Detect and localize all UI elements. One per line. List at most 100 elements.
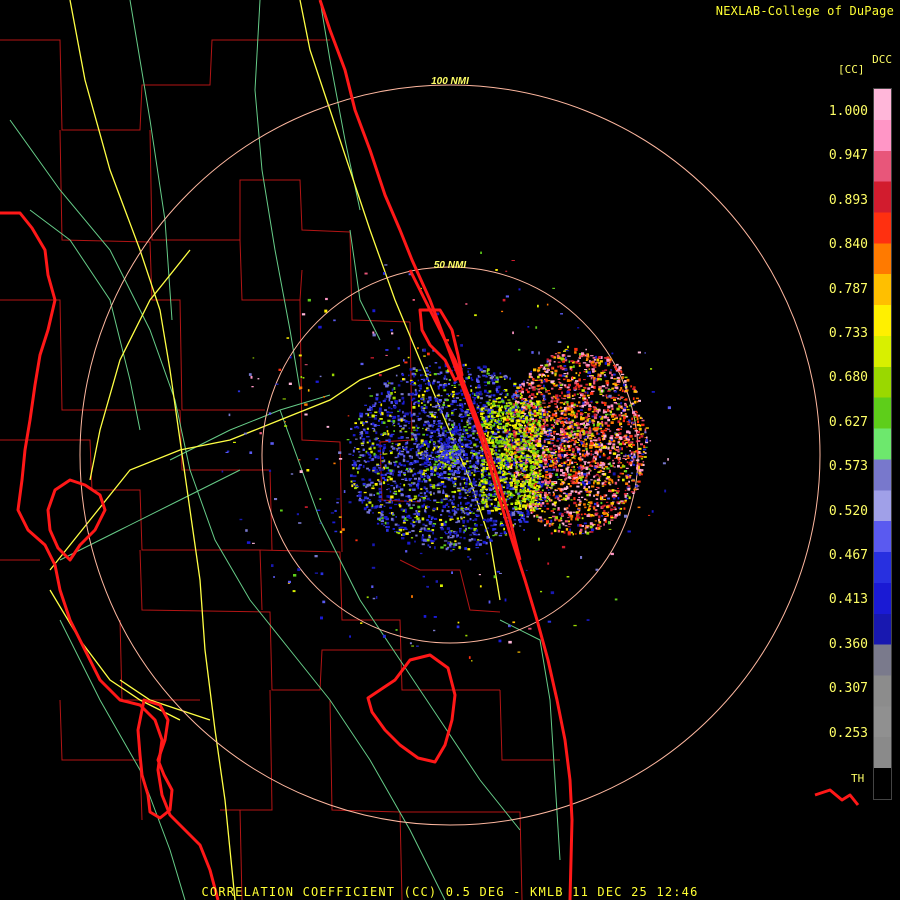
echo-pixel bbox=[514, 488, 518, 490]
echo-pixel bbox=[470, 441, 473, 444]
echo-pixel bbox=[403, 415, 406, 418]
echo-pixel bbox=[598, 408, 601, 412]
echo-pixel bbox=[455, 397, 459, 399]
echo-pixel bbox=[382, 421, 386, 424]
echo-pixel bbox=[378, 491, 382, 494]
echo-pixel bbox=[603, 483, 607, 486]
echo-pixel bbox=[430, 403, 432, 406]
echo-pixel bbox=[436, 416, 438, 418]
echo-pixel bbox=[538, 437, 542, 440]
echo-pixel bbox=[634, 434, 637, 437]
echo-pixel bbox=[458, 436, 461, 439]
echo-pixel bbox=[392, 512, 394, 515]
echo-pixel bbox=[519, 504, 522, 508]
echo-pixel bbox=[521, 394, 523, 396]
echo-pixel bbox=[382, 447, 386, 450]
echo-pixel bbox=[436, 507, 439, 511]
echo-pixel bbox=[624, 380, 627, 383]
echo-pixel bbox=[543, 384, 545, 388]
echo-pixel bbox=[614, 390, 618, 393]
echo-pixel bbox=[416, 445, 418, 448]
echo-pixel bbox=[461, 511, 463, 514]
echo-pixel bbox=[547, 374, 550, 377]
echo-pixel bbox=[449, 532, 452, 536]
echo-pixel bbox=[377, 479, 380, 481]
echo-pixel bbox=[554, 505, 557, 507]
echo-pixel bbox=[424, 440, 428, 443]
echo-pixel bbox=[600, 515, 604, 517]
echo-pixel bbox=[439, 527, 443, 529]
echo-pixel bbox=[565, 460, 568, 463]
echo-pixel bbox=[633, 390, 637, 393]
echo-pixel bbox=[464, 402, 466, 405]
echo-pixel bbox=[393, 490, 398, 492]
echo-pixel bbox=[467, 470, 470, 473]
echo-pixel bbox=[477, 366, 481, 369]
echo-pixel bbox=[476, 470, 480, 472]
echo-pixel bbox=[576, 404, 579, 407]
echo-pixel bbox=[547, 441, 551, 445]
echo-pixel bbox=[449, 456, 453, 459]
echo-pixel bbox=[564, 447, 566, 450]
echo-pixel bbox=[530, 381, 534, 385]
echo-pixel bbox=[585, 370, 588, 373]
echo-pixel bbox=[610, 517, 614, 519]
echo-pixel bbox=[471, 456, 474, 460]
echo-pixel bbox=[551, 387, 554, 390]
echo-pixel bbox=[402, 533, 406, 536]
echo-pixel bbox=[480, 412, 483, 416]
echo-pixel bbox=[476, 514, 480, 517]
echo-pixel bbox=[463, 453, 465, 456]
echo-pixel bbox=[567, 517, 570, 519]
echo-pixel bbox=[578, 353, 582, 356]
echo-pixel bbox=[362, 437, 366, 441]
echo-pixel bbox=[571, 482, 575, 484]
echo-pixel bbox=[402, 459, 406, 462]
echo-pixel bbox=[451, 437, 454, 439]
echo-pixel bbox=[637, 420, 640, 424]
echo-pixel bbox=[412, 521, 416, 523]
echo-pixel bbox=[493, 394, 496, 397]
echo-pixel bbox=[594, 409, 597, 411]
echo-pixel bbox=[436, 436, 440, 438]
echo-pixel bbox=[505, 411, 508, 415]
echo-pixel bbox=[479, 390, 482, 394]
echo-pixel bbox=[521, 390, 524, 394]
echo-pixel bbox=[535, 496, 538, 499]
echo-pixel bbox=[450, 469, 454, 473]
echo-pixel bbox=[619, 398, 621, 401]
echo-pixel bbox=[566, 467, 569, 471]
echo-pixel bbox=[440, 461, 444, 463]
echo-pixel bbox=[627, 488, 630, 491]
echo-pixel bbox=[583, 461, 587, 463]
echo-pixel bbox=[429, 546, 431, 548]
echo-pixel bbox=[391, 500, 393, 504]
echo-pixel bbox=[587, 509, 590, 512]
echo-pixel bbox=[440, 472, 443, 475]
echo-pixel bbox=[620, 412, 623, 415]
echo-pixel bbox=[363, 507, 367, 511]
echo-pixel bbox=[388, 460, 391, 464]
echo-pixel bbox=[437, 425, 441, 427]
echo-pixel bbox=[544, 505, 546, 507]
echo-pixel bbox=[540, 364, 544, 366]
echo-pixel bbox=[585, 401, 590, 405]
echo-pixel bbox=[601, 485, 605, 487]
echo-pixel bbox=[515, 422, 518, 425]
echo-pixel bbox=[598, 388, 601, 391]
echo-pixel bbox=[593, 416, 598, 420]
echo-pixel bbox=[478, 484, 482, 487]
echo-pixel bbox=[583, 430, 585, 434]
echo-pixel bbox=[506, 495, 509, 498]
echo-pixel bbox=[440, 514, 443, 516]
echo-pixel bbox=[586, 525, 589, 527]
echo-pixel bbox=[622, 478, 625, 482]
echo-pixel bbox=[632, 397, 635, 400]
echo-pixel bbox=[616, 376, 620, 379]
echo-pixel bbox=[418, 369, 422, 371]
echo-pixel bbox=[618, 366, 622, 370]
echo-pixel bbox=[417, 471, 420, 475]
echo-pixel bbox=[384, 473, 387, 476]
echo-pixel bbox=[450, 518, 454, 520]
echo-pixel bbox=[638, 455, 642, 458]
